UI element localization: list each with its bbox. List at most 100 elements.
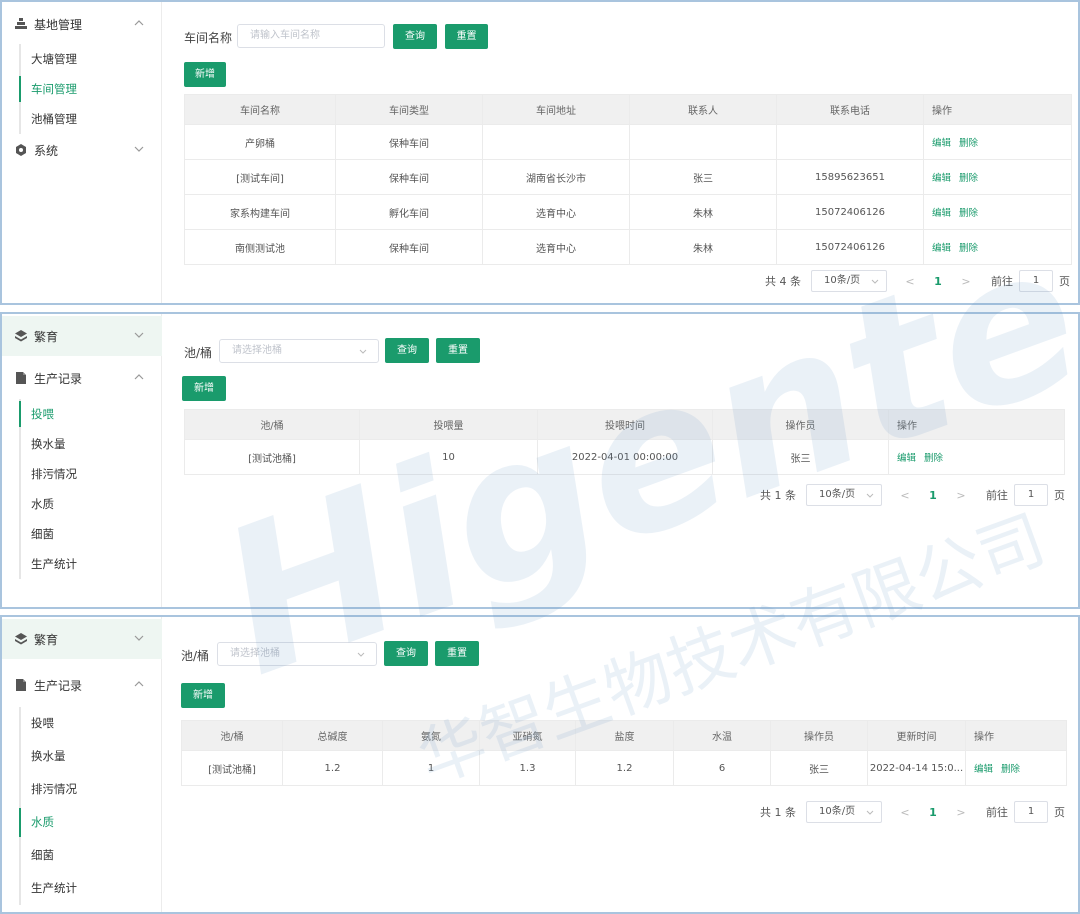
sidebar-group-base[interactable]: 基地管理 [2, 4, 162, 44]
current-page[interactable]: 1 [920, 806, 946, 819]
chevron-down-icon [134, 635, 144, 641]
page-size-value: 10条/页 [819, 806, 856, 817]
layers-icon [15, 330, 27, 342]
main-content: 池/桶 请选择池桶 查询 重置 新增 池/桶 投喂量 投喂时间 操作员 操作 [测试池桶… [167, 314, 1078, 607]
sidebar-item-water-change[interactable]: 换水量 [21, 740, 162, 773]
chevron-down-icon [134, 332, 144, 338]
chevron-down-icon [134, 146, 144, 152]
table-cell: 10 [359, 439, 538, 475]
next-page-button[interactable]: > [946, 806, 976, 819]
page-size-select[interactable]: 10条/页 [806, 801, 882, 823]
table-cell: 15895623651 [776, 159, 924, 195]
edit-link[interactable]: 编辑 [932, 173, 951, 184]
add-button[interactable]: 新增 [181, 683, 225, 708]
table-cell: 张三 [712, 439, 889, 475]
chevron-up-icon [134, 681, 144, 687]
page-size-value: 10条/页 [824, 275, 861, 286]
query-button[interactable]: 查询 [393, 24, 437, 49]
table-cell: 6 [673, 750, 771, 786]
sidebar-group-label: 繁育 [34, 632, 59, 647]
sidebar-item-workshop[interactable]: 车间管理 [19, 74, 162, 104]
sidebar-group-records[interactable]: 生产记录 [2, 358, 162, 398]
column-header: 操作 [965, 720, 1067, 751]
column-header: 更新时间 [867, 720, 966, 751]
main-content: 池/桶 请选择池桶 查询 重置 新增 池/桶 总碱度 氨氮 亚硝氮 盐度 水温 操作员 更新时… [167, 617, 1078, 912]
table-cell: [测试池桶] [184, 439, 360, 475]
tank-select[interactable]: 请选择池桶 [219, 339, 379, 363]
next-page-button[interactable]: > [946, 489, 976, 502]
page-size-select[interactable]: 10条/页 [811, 270, 887, 292]
workshop-name-input[interactable]: 请输入车间名称 [237, 24, 385, 48]
column-header: 操作 [923, 94, 1072, 125]
sidebar-submenu: 大塘管理 车间管理 池桶管理 [19, 44, 162, 134]
table-cell: 2022-04-01 00:00:00 [537, 439, 713, 475]
sidebar-item-bacteria[interactable]: 细菌 [21, 839, 162, 872]
sidebar-group-records[interactable]: 生产记录 [2, 665, 162, 705]
chevron-down-icon [866, 493, 874, 498]
chevron-down-icon [866, 810, 874, 815]
column-header: 车间类型 [335, 94, 483, 125]
delete-link[interactable]: 删除 [959, 208, 978, 219]
delete-link[interactable]: 删除 [959, 243, 978, 254]
prev-page-button[interactable]: < [890, 489, 920, 502]
query-button[interactable]: 查询 [385, 338, 429, 363]
reset-button[interactable]: 重置 [445, 24, 488, 49]
prev-page-button[interactable]: < [890, 806, 920, 819]
sidebar-group-breed[interactable]: 繁育 [2, 619, 162, 659]
table-cell: 1 [382, 750, 480, 786]
prev-page-button[interactable]: < [895, 275, 925, 288]
water-quality-table: 池/桶 总碱度 氨氮 亚硝氮 盐度 水温 操作员 更新时间 操作 [测试池桶] 1.2 1 1.3 1.… [181, 720, 1067, 786]
table-cell [776, 124, 924, 160]
sidebar-item-sewage[interactable]: 排污情况 [21, 773, 162, 806]
chevron-up-icon [134, 374, 144, 380]
reset-button[interactable]: 重置 [435, 641, 479, 666]
table-cell: 朱林 [629, 229, 777, 265]
add-button[interactable]: 新增 [184, 62, 226, 87]
sidebar-item-statistics[interactable]: 生产统计 [21, 872, 162, 905]
sidebar-item-feeding[interactable]: 投喂 [21, 707, 162, 740]
edit-link[interactable]: 编辑 [932, 138, 951, 149]
chevron-up-icon [134, 20, 144, 26]
delete-link[interactable]: 删除 [959, 138, 978, 149]
edit-link[interactable]: 编辑 [897, 453, 916, 464]
table-cell: 1.3 [479, 750, 576, 786]
sidebar-item-statistics[interactable]: 生产统计 [21, 549, 162, 579]
goto-page-input[interactable]: 1 [1019, 270, 1053, 292]
edit-link[interactable]: 编辑 [932, 243, 951, 254]
edit-link[interactable]: 编辑 [974, 764, 993, 775]
reset-button[interactable]: 重置 [436, 338, 480, 363]
column-header: 投喂量 [359, 409, 538, 440]
sidebar-group-label: 生产记录 [34, 678, 83, 693]
table-row: [测试池桶] 10 2022-04-01 00:00:00 张三 编辑 删除 [184, 439, 1065, 475]
sidebar-group-label: 系统 [34, 143, 59, 158]
query-button[interactable]: 查询 [384, 641, 428, 666]
sidebar-item-pond[interactable]: 大塘管理 [21, 44, 162, 74]
edit-link[interactable]: 编辑 [932, 208, 951, 219]
feeding-table: 池/桶 投喂量 投喂时间 操作员 操作 [测试池桶] 10 2022-04-01 00:00… [184, 409, 1065, 475]
delete-link[interactable]: 删除 [959, 173, 978, 184]
table-cell: 产卵桶 [184, 124, 336, 160]
sidebar-item-water-quality[interactable]: 水质 [21, 489, 162, 519]
sidebar-item-bacteria[interactable]: 细菌 [21, 519, 162, 549]
sidebar-group-breed[interactable]: 繁育 [2, 316, 162, 356]
table-cell: 2022-04-14 15:0... [867, 750, 966, 786]
tank-select[interactable]: 请选择池桶 [217, 642, 377, 666]
sidebar-item-water-change[interactable]: 换水量 [21, 429, 162, 459]
tank-select-placeholder: 请选择池桶 [232, 345, 282, 356]
sidebar-item-water-quality[interactable]: 水质 [19, 806, 162, 839]
sidebar-submenu: 投喂 换水量 排污情况 水质 细菌 生产统计 [19, 707, 162, 905]
delete-link[interactable]: 删除 [1001, 764, 1020, 775]
add-button[interactable]: 新增 [182, 376, 226, 401]
filter-label: 池/桶 [181, 649, 210, 663]
goto-page-input[interactable]: 1 [1014, 801, 1048, 823]
goto-label: 前往 [986, 489, 1008, 502]
page-size-select[interactable]: 10条/页 [806, 484, 882, 506]
current-page[interactable]: 1 [925, 275, 951, 288]
sidebar-group-system[interactable]: 系统 [2, 130, 162, 170]
delete-link[interactable]: 删除 [924, 453, 943, 464]
sidebar-item-feeding[interactable]: 投喂 [19, 399, 162, 429]
goto-page-input[interactable]: 1 [1014, 484, 1048, 506]
sidebar-item-sewage[interactable]: 排污情况 [21, 459, 162, 489]
next-page-button[interactable]: > [951, 275, 981, 288]
current-page[interactable]: 1 [920, 489, 946, 502]
